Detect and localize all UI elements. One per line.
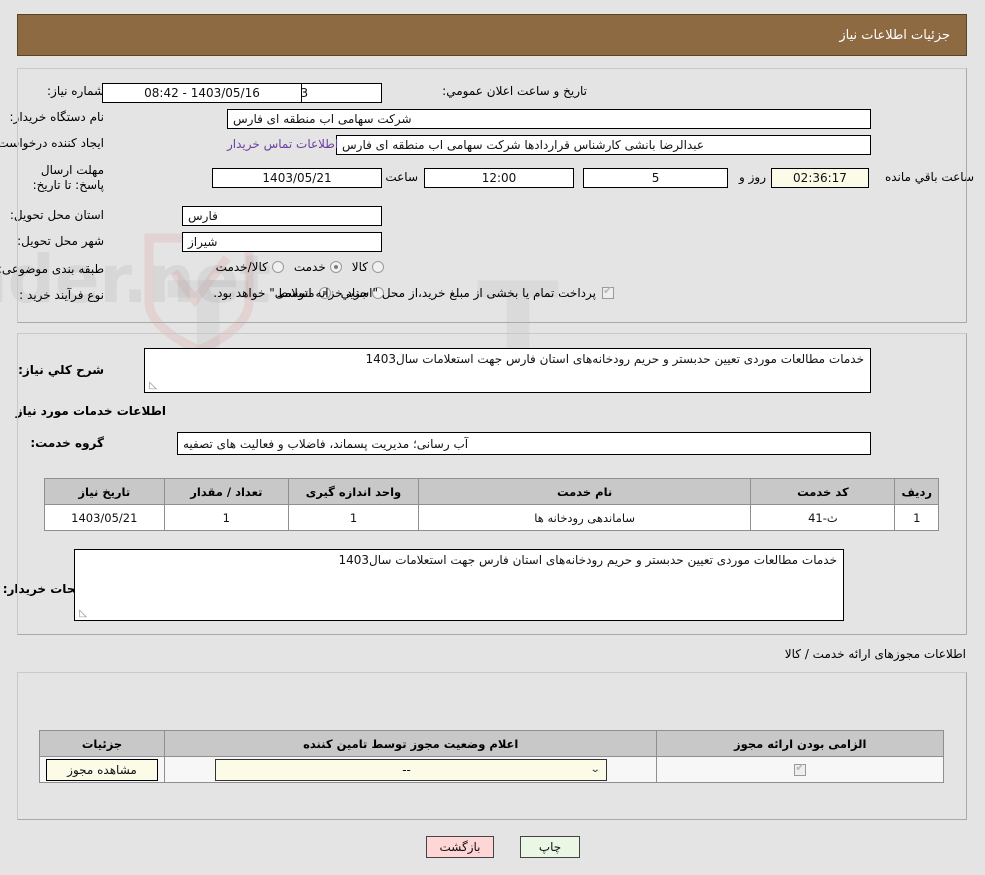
category-label-kala-khedmat: کالا/خدمت: [216, 260, 269, 274]
category-label-khedmat: خدمت: [294, 260, 327, 274]
service-details-panel: [18, 333, 968, 635]
need-summary-panel: [18, 68, 968, 323]
category-radio-kala[interactable]: [373, 261, 385, 273]
treasury-checkbox-label: پرداخت تمام یا بخشی از مبلغ خرید،از محل …: [214, 286, 597, 300]
treasury-checkbox[interactable]: [603, 284, 615, 299]
category-label-kala: کالا: [352, 260, 369, 274]
page-title: جزئیات اطلاعات نیاز: [840, 27, 951, 43]
print-button[interactable]: چاپ: [521, 836, 581, 858]
category-radio-group: کالا خدمت کالا/خدمت: [207, 260, 385, 274]
page-root: AriaTender.net T T جزئیات اطلاعات نیاز ش…: [0, 0, 985, 875]
category-radio-kala-khedmat[interactable]: [272, 261, 285, 273]
category-radio-khedmat[interactable]: [330, 261, 343, 273]
treasury-checkbox-row: پرداخت تمام یا بخشی از مبلغ خرید،از محل …: [214, 284, 615, 300]
window-title-bar: جزئیات اطلاعات نیاز: [18, 14, 968, 56]
licenses-panel: [18, 672, 968, 820]
licenses-heading: اطلاعات مجوزهای ارائه خدمت / کالا: [785, 647, 967, 661]
back-button[interactable]: بازگشت: [427, 836, 495, 858]
